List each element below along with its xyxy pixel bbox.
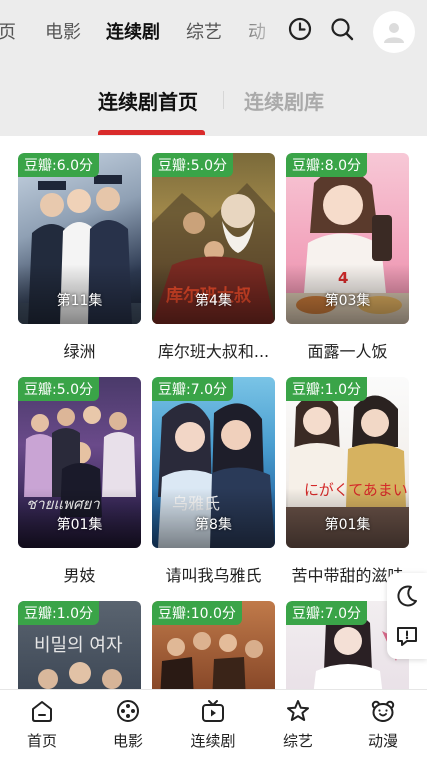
episode-label: 第8集 — [195, 517, 232, 533]
bear-face-icon — [371, 700, 395, 722]
poster-image[interactable]: 乌雅氏 豆瓣:7.0分 第8集 — [152, 377, 275, 548]
bottom-nav-label: 连续剧 — [190, 732, 236, 750]
feedback-icon[interactable] — [394, 623, 420, 649]
series-card[interactable]: 豆瓣:10.0分 — [152, 601, 275, 689]
series-card[interactable]: 豆瓣:6.0分 第11集 绿洲 — [18, 153, 141, 362]
bottom-nav-home[interactable]: 首页 — [7, 698, 77, 751]
poster-image[interactable]: 豆瓣:10.0分 — [152, 601, 275, 689]
sub-tab-indicator — [98, 130, 205, 135]
bottom-nav-series[interactable]: 连续剧 — [178, 698, 248, 751]
bottom-nav-label: 电影 — [112, 732, 143, 750]
series-card[interactable]: 乌雅氏 豆瓣:7.0分 第8集 请叫我乌雅氏 — [152, 377, 275, 586]
series-card[interactable]: 库尔班大叔 豆瓣:5.0分 第4集 库尔班大叔和... — [152, 153, 275, 362]
episode-label: 第11集 — [56, 293, 103, 309]
bottom-nav-label: 动漫 — [367, 732, 398, 750]
series-title: 面露一人饭 — [307, 342, 388, 361]
episode-label: 第03集 — [324, 293, 371, 309]
tab-series[interactable]: 连续剧 — [106, 18, 160, 44]
bottom-nav-label: 综艺 — [282, 732, 313, 750]
douban-score-badge: 豆瓣:7.0分 — [152, 377, 233, 401]
poster-image[interactable]: 库尔班大叔 豆瓣:5.0分 第4集 — [152, 153, 275, 324]
episode-label: 第01集 — [56, 517, 103, 533]
sub-tab-series-home[interactable]: 连续剧首页 — [98, 86, 198, 115]
series-title: 绿洲 — [63, 342, 96, 361]
sub-tab-series-library[interactable]: 连续剧库 — [244, 86, 324, 115]
top-nav: 页 电影 连续剧 综艺 动 — [0, 0, 427, 64]
douban-score-badge: 豆瓣:5.0分 — [152, 153, 233, 177]
poster-image[interactable]: 비밀의 여자 豆瓣:1.0分 — [18, 601, 141, 689]
series-card[interactable]: 4 豆瓣:8.0分 第03集 面露一人饭 — [286, 153, 409, 362]
home-icon — [32, 701, 52, 722]
bottom-nav: 首页 电影 连续剧 综艺 动漫 — [0, 689, 427, 760]
poster-image[interactable]: にがくてあまい 豆瓣:1.0分 第01集 — [286, 377, 409, 548]
douban-score-badge: 豆瓣:6.0分 — [18, 153, 99, 177]
series-title: 库尔班大叔和... — [157, 342, 270, 361]
bottom-nav-label: 首页 — [26, 732, 57, 750]
film-reel-icon — [117, 700, 139, 722]
bottom-nav-movie[interactable]: 电影 — [93, 698, 163, 751]
episode-label: 第4集 — [195, 293, 232, 309]
douban-score-badge: 豆瓣:5.0分 — [18, 377, 99, 401]
sub-tabs: 连续剧首页 连续剧库 — [0, 64, 427, 136]
sub-tab-divider — [223, 91, 224, 109]
bottom-nav-anime[interactable]: 动漫 — [348, 698, 418, 751]
series-card[interactable]: ชายแพศยา 豆瓣:5.0分 第01集 男妓 — [18, 377, 141, 586]
series-card[interactable]: 비밀의 여자 豆瓣:1.0分 — [18, 601, 141, 689]
poster-image[interactable]: ชายแพศยา 豆瓣:5.0分 第01集 — [18, 377, 141, 548]
tab-variety[interactable]: 综艺 — [186, 18, 222, 44]
episode-label: 第01集 — [324, 517, 371, 533]
douban-score-badge: 豆瓣:8.0分 — [286, 153, 367, 177]
series-title: 请叫我乌雅氏 — [165, 566, 262, 585]
series-title: 男妓 — [63, 566, 96, 585]
series-grid: 豆瓣:6.0分 第11集 绿洲 库尔班大叔 豆瓣:5.0分 第4集 库尔班大叔和… — [0, 136, 427, 689]
floating-tools — [387, 573, 427, 659]
tab-scroll-fade — [236, 0, 282, 64]
tab-home[interactable]: 页 — [0, 18, 16, 44]
moon-icon[interactable] — [394, 583, 420, 609]
user-avatar[interactable] — [373, 11, 415, 53]
poster-image[interactable]: 4 豆瓣:8.0分 第03集 — [286, 153, 409, 324]
star-icon — [287, 700, 309, 721]
poster-image[interactable]: 豆瓣:6.0分 第11集 — [18, 153, 141, 324]
svg-text:비밀의 여자: 비밀의 여자 — [34, 635, 123, 656]
douban-score-badge: 豆瓣:1.0分 — [286, 377, 367, 401]
douban-score-badge: 豆瓣:7.0分 — [286, 601, 367, 625]
douban-score-badge: 豆瓣:10.0分 — [152, 601, 242, 625]
bottom-nav-variety[interactable]: 综艺 — [263, 698, 333, 751]
user-avatar-icon — [384, 23, 404, 43]
tv-icon — [202, 700, 224, 722]
douban-score-badge: 豆瓣:1.0分 — [18, 601, 99, 625]
tab-movie[interactable]: 电影 — [45, 18, 81, 44]
search-icon[interactable] — [329, 16, 355, 42]
history-icon[interactable] — [287, 16, 313, 42]
series-card[interactable]: にがくてあまい 豆瓣:1.0分 第01集 苦中带甜的滋味 — [286, 377, 409, 586]
tab-series-label: 连续剧 — [106, 22, 160, 43]
